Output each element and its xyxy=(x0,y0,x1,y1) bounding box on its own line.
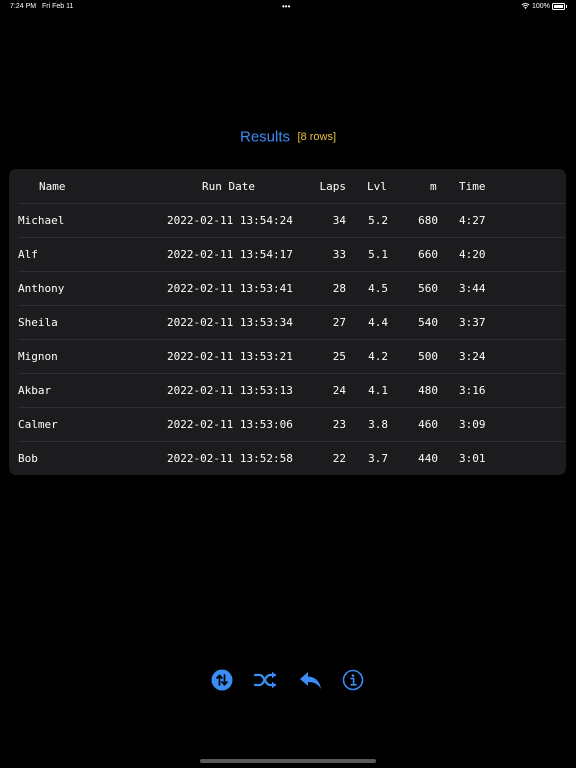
cell-laps: 25 xyxy=(332,350,346,363)
cell-m: 440 xyxy=(418,452,438,465)
cell-m: 680 xyxy=(418,214,438,227)
table-header: Name Run Date Laps Lvl m Time xyxy=(9,170,566,204)
cell-time: 3:24 xyxy=(459,350,486,363)
table-row[interactable]: Calmer 2022-02-11 13:53:06 23 3.8 460 3:… xyxy=(9,408,566,442)
cell-lvl: 4.5 xyxy=(368,282,388,295)
shuffle-button[interactable] xyxy=(253,667,279,693)
cell-run-date: 2022-02-11 13:53:21 xyxy=(167,350,293,363)
cell-run-date: 2022-02-11 13:53:41 xyxy=(167,282,293,295)
sort-icon xyxy=(211,669,233,691)
cell-m: 500 xyxy=(418,350,438,363)
cell-lvl: 5.1 xyxy=(368,248,388,261)
cell-m: 540 xyxy=(418,316,438,329)
header-name[interactable]: Name xyxy=(39,170,66,204)
cell-name: Calmer xyxy=(18,418,58,431)
header-m[interactable]: m xyxy=(430,170,437,204)
wifi-icon xyxy=(521,3,530,9)
cell-name: Anthony xyxy=(18,282,65,295)
cell-run-date: 2022-02-11 13:53:06 xyxy=(167,418,293,431)
cell-m: 480 xyxy=(418,384,438,397)
header-time[interactable]: Time xyxy=(459,170,486,204)
cell-lvl: 4.4 xyxy=(368,316,388,329)
table-row[interactable]: Anthony 2022-02-11 13:53:41 28 4.5 560 3… xyxy=(9,272,566,306)
sort-button[interactable] xyxy=(209,667,235,693)
header-laps[interactable]: Laps xyxy=(320,170,347,204)
cell-name: Bob xyxy=(18,452,38,465)
status-bar: 7:24 PM Fri Feb 11 ••• 100% xyxy=(0,0,576,14)
cell-m: 660 xyxy=(418,248,438,261)
cell-time: 3:01 xyxy=(459,452,486,465)
info-button[interactable] xyxy=(340,667,366,693)
title-text: Results xyxy=(240,128,291,146)
header-lvl[interactable]: Lvl xyxy=(367,170,387,204)
reply-icon xyxy=(300,672,321,689)
cell-run-date: 2022-02-11 13:52:58 xyxy=(167,452,293,465)
cell-run-date: 2022-02-11 13:54:17 xyxy=(167,248,293,261)
header-run-date[interactable]: Run Date xyxy=(202,170,255,204)
cell-lvl: 4.1 xyxy=(368,384,388,397)
cell-time: 4:20 xyxy=(459,248,486,261)
battery-icon xyxy=(552,3,567,10)
bottom-toolbar xyxy=(0,667,576,693)
cell-laps: 34 xyxy=(332,214,346,227)
battery-percent: 100% xyxy=(532,3,550,10)
cell-laps: 28 xyxy=(332,282,346,295)
reply-button[interactable] xyxy=(297,667,323,693)
status-time: 7:24 PM xyxy=(10,3,37,10)
cell-m: 460 xyxy=(418,418,438,431)
cell-lvl: 3.8 xyxy=(368,418,388,431)
cell-laps: 33 xyxy=(332,248,346,261)
cell-lvl: 4.2 xyxy=(368,350,388,363)
info-icon xyxy=(342,669,364,691)
cell-run-date: 2022-02-11 13:54:24 xyxy=(167,214,293,227)
cell-name: Mignon xyxy=(18,350,58,363)
table-row[interactable]: Akbar 2022-02-11 13:53:13 24 4.1 480 3:1… xyxy=(9,374,566,408)
cell-time: 3:16 xyxy=(459,384,486,397)
cell-time: 3:44 xyxy=(459,282,486,295)
cell-time: 3:37 xyxy=(459,316,486,329)
row-count: [8 rows] xyxy=(297,130,336,143)
multitasking-dots[interactable]: ••• xyxy=(282,2,290,11)
page-title: Results [8 rows] xyxy=(0,128,576,146)
results-screen: 7:24 PM Fri Feb 11 ••• 100% Results [8 r… xyxy=(0,0,576,768)
status-date: Fri Feb 11 xyxy=(42,3,74,10)
table-row[interactable]: Bob 2022-02-11 13:52:58 22 3.7 440 3:01 xyxy=(9,442,566,476)
cell-lvl: 3.7 xyxy=(368,452,388,465)
shuffle-icon xyxy=(253,671,277,689)
cell-run-date: 2022-02-11 13:53:34 xyxy=(167,316,293,329)
cell-name: Sheila xyxy=(18,316,58,329)
cell-name: Michael xyxy=(18,214,65,227)
cell-laps: 23 xyxy=(332,418,346,431)
cell-time: 4:27 xyxy=(459,214,486,227)
cell-run-date: 2022-02-11 13:53:13 xyxy=(167,384,293,397)
table-row[interactable]: Alf 2022-02-11 13:54:17 33 5.1 660 4:20 xyxy=(9,238,566,272)
cell-laps: 24 xyxy=(332,384,346,397)
cell-lvl: 5.2 xyxy=(368,214,388,227)
table-row[interactable]: Michael 2022-02-11 13:54:24 34 5.2 680 4… xyxy=(9,204,566,238)
cell-name: Akbar xyxy=(18,384,52,397)
results-table: Name Run Date Laps Lvl m Time Michael 20… xyxy=(9,169,566,475)
table-row[interactable]: Sheila 2022-02-11 13:53:34 27 4.4 540 3:… xyxy=(9,306,566,340)
cell-laps: 27 xyxy=(332,316,346,329)
home-indicator[interactable] xyxy=(200,759,376,763)
cell-laps: 22 xyxy=(332,452,346,465)
table-row[interactable]: Mignon 2022-02-11 13:53:21 25 4.2 500 3:… xyxy=(9,340,566,374)
cell-time: 3:09 xyxy=(459,418,486,431)
cell-m: 560 xyxy=(418,282,438,295)
cell-name: Alf xyxy=(18,248,38,261)
